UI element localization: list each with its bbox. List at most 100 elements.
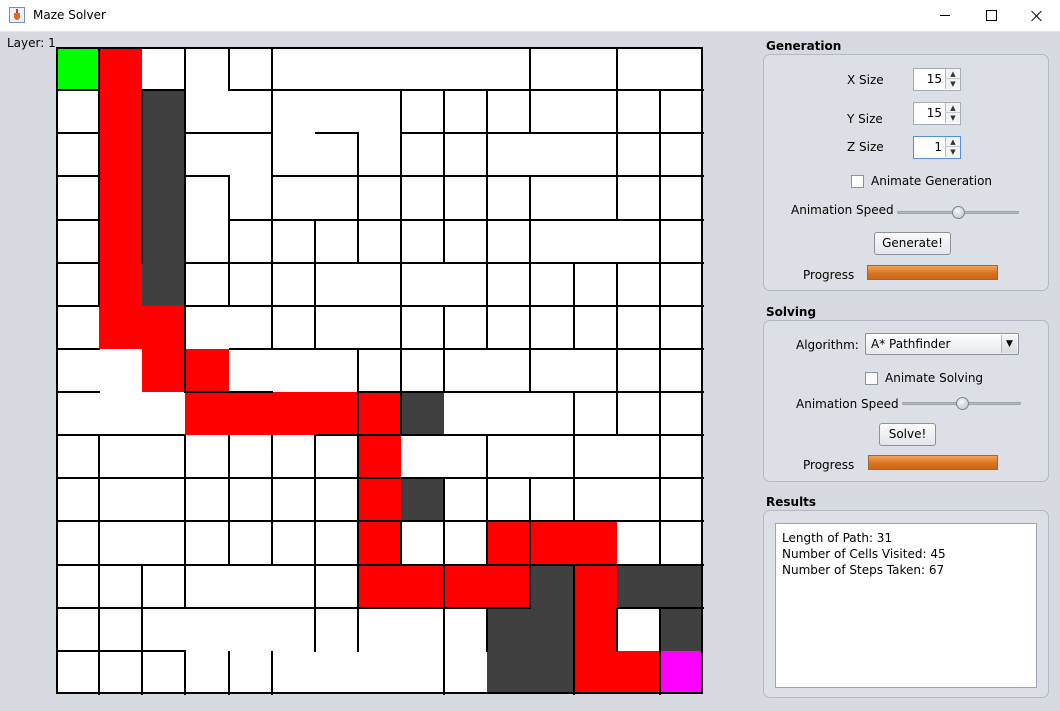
maze-wall: [615, 133, 618, 178]
maze-wall: [184, 47, 187, 92]
maze-wall: [486, 607, 489, 652]
maze-wall: [400, 176, 403, 221]
visited-cell: [401, 392, 445, 436]
path-cell: [357, 521, 402, 565]
maze-wall: [271, 347, 316, 350]
maze-wall: [444, 175, 489, 178]
maze-canvas[interactable]: [56, 47, 704, 695]
maze-wall: [228, 520, 273, 523]
spinner-down-icon[interactable]: ▼: [945, 147, 960, 157]
maze-wall: [487, 391, 532, 394]
spinner-up-icon[interactable]: ▲: [945, 69, 960, 79]
maze-wall: [401, 563, 446, 566]
maze-wall: [270, 133, 273, 178]
maze-wall: [142, 563, 187, 566]
maze-wall: [313, 435, 316, 480]
chevron-down-icon[interactable]: ▼: [1001, 335, 1017, 353]
visited-cell: [142, 219, 186, 263]
generation-speed-knob[interactable]: [952, 206, 965, 219]
spinner-down-icon[interactable]: ▼: [945, 79, 960, 89]
solve-button[interactable]: Solve!: [879, 423, 936, 446]
animate-solving-checkbox[interactable]: [865, 372, 878, 385]
maze-wall: [401, 477, 446, 480]
path-cell: [99, 262, 143, 306]
maze-wall: [314, 434, 359, 437]
path-cell: [185, 392, 229, 436]
visited-cell: [616, 564, 660, 608]
maze-wall: [98, 176, 101, 221]
path-cell: [401, 564, 445, 608]
maze-wall: [401, 89, 446, 92]
minimize-button[interactable]: [922, 0, 968, 31]
spinner-up-icon[interactable]: ▲: [945, 137, 960, 147]
algorithm-select[interactable]: A* Pathfinder ▼: [865, 333, 1019, 355]
algorithm-value[interactable]: A* Pathfinder: [871, 337, 950, 351]
visited-cell: [142, 90, 186, 134]
maze-wall: [400, 348, 403, 394]
path-cell: [314, 392, 358, 436]
maze-wall: [573, 434, 618, 437]
maze-wall: [357, 606, 403, 609]
maze-wall: [400, 133, 403, 178]
maze-wall: [444, 347, 489, 350]
maze-wall: [659, 175, 704, 178]
y-size-spinner[interactable]: 15 ▲ ▼: [913, 102, 961, 125]
maximize-button[interactable]: [968, 0, 1014, 31]
maze-wall: [314, 304, 359, 307]
maze-wall: [659, 261, 704, 264]
maze-wall: [659, 132, 704, 135]
solving-speed-knob[interactable]: [955, 397, 969, 410]
maze-wall: [313, 262, 316, 307]
maze-wall: [56, 175, 101, 178]
maze-wall: [184, 262, 187, 307]
path-cell: [357, 392, 402, 436]
maze-wall: [56, 89, 101, 92]
close-button[interactable]: [1014, 0, 1060, 31]
maze-wall: [142, 520, 187, 523]
spinner-up-icon[interactable]: ▲: [945, 103, 960, 113]
maze-wall: [658, 650, 661, 695]
z-size-spinner[interactable]: 1 ▲ ▼: [913, 136, 961, 159]
x-size-value[interactable]: 15: [914, 69, 944, 90]
maze-wall: [184, 133, 187, 178]
maze-wall: [98, 133, 101, 178]
maze-wall: [141, 219, 144, 264]
maze-wall: [530, 261, 575, 264]
maze-wall: [659, 477, 704, 480]
generation-progress-label: Progress: [803, 268, 855, 282]
maze-wall: [227, 219, 230, 264]
maze-wall: [530, 391, 575, 394]
maze-wall: [486, 478, 489, 523]
maze-wall: [184, 650, 187, 695]
results-text-area[interactable]: Length of Path: 31 Number of Cells Visit…: [775, 523, 1037, 688]
z-size-value[interactable]: 1: [914, 137, 944, 158]
maze-wall: [56, 347, 101, 350]
maze-wall: [56, 261, 101, 264]
spinner-down-icon[interactable]: ▼: [945, 113, 960, 123]
maze-wall: [487, 175, 532, 178]
maze-wall: [185, 520, 230, 523]
maze-wall: [530, 563, 575, 566]
maze-wall: [616, 175, 661, 178]
path-cell: [487, 564, 531, 608]
animate-generation-checkbox[interactable]: [851, 175, 864, 188]
maze-wall: [529, 219, 532, 264]
path-cell: [573, 650, 617, 694]
visited-cell: [530, 564, 574, 608]
path-cell: [357, 564, 402, 608]
maze-wall: [141, 650, 144, 695]
x-size-spinner[interactable]: 15 ▲ ▼: [913, 68, 961, 91]
maze-wall: [99, 563, 144, 566]
maze-wall: [443, 478, 446, 523]
path-cell: [271, 392, 315, 436]
maze-wall: [530, 89, 575, 92]
path-cell: [99, 47, 143, 91]
generate-button[interactable]: Generate!: [874, 232, 951, 255]
maze-wall: [572, 435, 575, 480]
maze-wall: [616, 89, 661, 92]
y-size-value[interactable]: 15: [914, 103, 944, 124]
maze-wall: [530, 218, 575, 221]
maze-wall: [486, 176, 489, 221]
maze-wall: [270, 90, 273, 135]
maze-wall: [184, 564, 187, 609]
